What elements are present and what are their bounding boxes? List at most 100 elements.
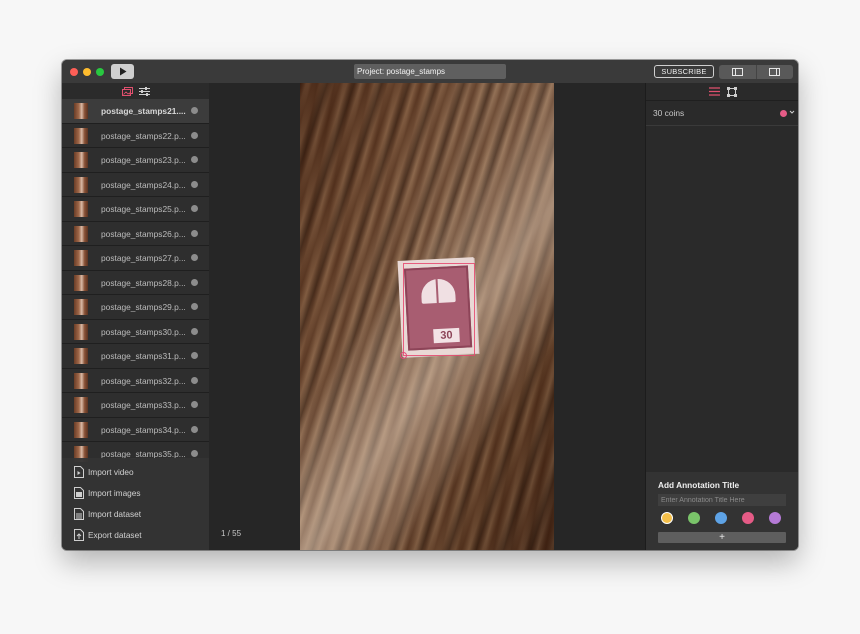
bounding-box-icon[interactable] bbox=[726, 86, 737, 97]
titlebar: Project: postage_stamps SUBSCRIBE bbox=[62, 60, 798, 84]
file-status-dot bbox=[191, 131, 198, 139]
file-list-item[interactable]: postage_stamps33.p... bbox=[62, 393, 209, 418]
annotation-image[interactable]: 30 bbox=[300, 83, 554, 550]
color-swatch[interactable] bbox=[688, 512, 700, 524]
file-name: postage_stamps33.p... bbox=[101, 400, 186, 410]
file-name: postage_stamps34.p... bbox=[101, 424, 186, 435]
add-annotation-title: Add Annotation Title bbox=[658, 480, 740, 490]
file-thumbnail bbox=[74, 103, 88, 119]
file-name: postage_stamps30.p... bbox=[101, 326, 186, 337]
file-list-item[interactable]: postage_stamps28.p... bbox=[62, 270, 209, 295]
file-list-item[interactable]: postage_stamps22.p... bbox=[62, 123, 209, 148]
import-video-label: Import video bbox=[88, 467, 134, 477]
file-thumbnail bbox=[74, 397, 88, 413]
image-canvas-area: 30 1 / 55 bbox=[209, 83, 645, 550]
color-swatch[interactable] bbox=[769, 512, 781, 524]
file-thumbnail bbox=[74, 176, 88, 193]
file-status-dot bbox=[191, 352, 198, 359]
file-status-dot bbox=[191, 303, 198, 310]
file-status-dot bbox=[191, 278, 198, 286]
color-swatch[interactable] bbox=[715, 512, 727, 524]
subscribe-button[interactable]: SUBSCRIBE bbox=[654, 65, 714, 78]
file-name: postage_stamps27.p... bbox=[101, 253, 186, 263]
file-list-item[interactable]: postage_stamps30.p... bbox=[62, 319, 209, 344]
file-thumbnail bbox=[74, 372, 88, 389]
file-status-dot bbox=[191, 205, 198, 212]
file-list-item[interactable]: postage_stamps31.p... bbox=[62, 344, 209, 369]
left-sidebar-icon bbox=[732, 68, 743, 76]
file-list-item[interactable]: postage_stamps21.... bbox=[62, 99, 209, 124]
file-list-item[interactable]: postage_stamps27.p... bbox=[62, 246, 209, 271]
file-list-item[interactable]: postage_stamps23.p... bbox=[62, 148, 209, 173]
file-thumbnail bbox=[74, 299, 88, 315]
file-status-dot bbox=[191, 156, 198, 163]
bbox-resize-handle[interactable] bbox=[400, 352, 407, 359]
video-file-icon bbox=[74, 466, 84, 478]
file-list-item[interactable]: postage_stamps32.p... bbox=[62, 368, 209, 393]
file-status-dot bbox=[191, 180, 198, 188]
list-view-icon[interactable] bbox=[708, 87, 720, 96]
color-swatch[interactable] bbox=[742, 512, 754, 524]
minimize-window-button[interactable] bbox=[83, 68, 91, 76]
file-list-item[interactable]: postage_stamps26.p... bbox=[62, 221, 209, 246]
toggle-left-sidebar-button[interactable] bbox=[719, 65, 757, 79]
file-sidebar: postage_stamps21.... postage_stamps22.p..… bbox=[62, 83, 210, 550]
annotation-panel-toolbar bbox=[646, 83, 798, 101]
images-icon[interactable] bbox=[121, 86, 133, 96]
annotation-title-input[interactable] bbox=[658, 494, 786, 506]
image-counter: 1 / 55 bbox=[221, 529, 242, 538]
chevron-down-icon[interactable] bbox=[789, 108, 795, 116]
file-status-dot bbox=[191, 401, 198, 408]
file-name: postage_stamps29.p... bbox=[101, 302, 186, 312]
play-button[interactable] bbox=[111, 64, 134, 79]
file-thumbnail bbox=[74, 348, 88, 364]
file-thumbnail bbox=[74, 127, 88, 144]
annotation-label-row[interactable]: 30 coins bbox=[646, 101, 798, 126]
file-name: postage_stamps32.p... bbox=[101, 375, 186, 386]
file-thumbnail bbox=[74, 274, 88, 291]
import-images-button[interactable]: Import images bbox=[74, 485, 141, 501]
file-status-dot bbox=[191, 229, 198, 237]
sidebar-toolbar bbox=[62, 83, 209, 99]
export-file-icon bbox=[74, 529, 84, 541]
file-name: postage_stamps31.p... bbox=[101, 351, 186, 361]
import-images-label: Import images bbox=[88, 488, 141, 498]
bounding-box[interactable] bbox=[400, 263, 475, 359]
file-list-item[interactable]: postage_stamps34.p... bbox=[62, 417, 209, 442]
project-title[interactable]: Project: postage_stamps bbox=[354, 64, 506, 79]
import-dataset-button[interactable]: Import dataset bbox=[74, 506, 141, 522]
annotation-panel: 30 coins Add Annotation Title + bbox=[645, 83, 798, 550]
file-thumbnail bbox=[74, 201, 88, 217]
file-status-dot bbox=[191, 254, 198, 261]
image-file-icon bbox=[74, 487, 84, 499]
import-panel: Import video Import images Import datase… bbox=[62, 458, 209, 550]
layout-toggle bbox=[719, 65, 793, 79]
close-window-button[interactable] bbox=[70, 68, 78, 76]
file-list-item[interactable]: postage_stamps24.p... bbox=[62, 172, 209, 197]
import-video-button[interactable]: Import video bbox=[74, 464, 134, 480]
file-status-dot bbox=[191, 107, 198, 114]
play-icon bbox=[119, 67, 126, 76]
right-sidebar-icon bbox=[769, 68, 780, 76]
label-color-dot[interactable] bbox=[780, 110, 787, 117]
file-status-dot bbox=[191, 450, 198, 457]
file-name: postage_stamps24.p... bbox=[101, 179, 186, 190]
file-thumbnail bbox=[74, 421, 88, 438]
file-name: postage_stamps28.p... bbox=[101, 277, 186, 288]
add-annotation-button[interactable]: + bbox=[658, 532, 786, 543]
color-swatch[interactable] bbox=[661, 512, 673, 524]
file-status-dot bbox=[191, 376, 198, 384]
file-name: postage_stamps21.... bbox=[101, 106, 186, 116]
file-name: postage_stamps25.p... bbox=[101, 204, 186, 214]
annotation-label: 30 coins bbox=[653, 108, 685, 118]
app-window: Project: postage_stamps SUBSCRIBE postag… bbox=[62, 60, 798, 550]
file-status-dot bbox=[191, 327, 198, 335]
zoom-window-button[interactable] bbox=[96, 68, 104, 76]
filter-settings-icon[interactable] bbox=[138, 86, 150, 96]
file-thumbnail bbox=[74, 250, 88, 266]
file-list-item[interactable]: postage_stamps25.p... bbox=[62, 197, 209, 222]
file-thumbnail bbox=[74, 152, 88, 168]
toggle-right-sidebar-button[interactable] bbox=[756, 65, 793, 79]
file-list-item[interactable]: postage_stamps29.p... bbox=[62, 295, 209, 320]
export-dataset-button[interactable]: Export dataset bbox=[74, 527, 142, 543]
